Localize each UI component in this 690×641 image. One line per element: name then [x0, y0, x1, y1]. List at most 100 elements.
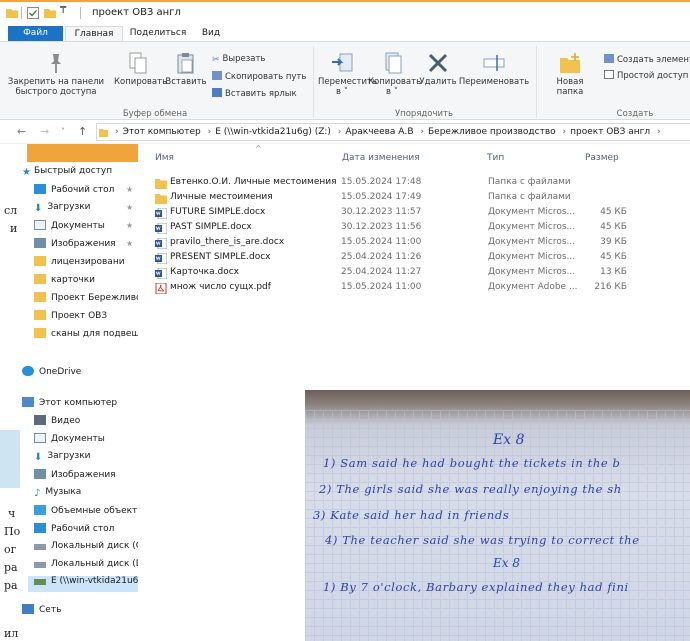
nav-item-downloads[interactable]: ⬇ Загрузки	[34, 451, 91, 467]
title-bar: ₸ проект ОВЗ англ	[0, 2, 690, 24]
network-icon	[22, 604, 34, 614]
background-text-fragment: ил	[4, 627, 19, 640]
cut-button[interactable]: ✂ Вырезать	[212, 54, 265, 65]
nav-item-folder[interactable]: сканы для подвеш	[34, 328, 138, 344]
forward-arrow-icon[interactable]: →	[40, 125, 49, 138]
star-icon: ★	[22, 167, 31, 178]
nav-item-videos[interactable]: Видео	[34, 415, 80, 431]
nav-item-3d-objects[interactable]: Объемные объекті	[34, 505, 138, 521]
file-name: PRESENT SIMPLE.docx	[170, 252, 271, 262]
nav-onedrive[interactable]: OneDrive	[22, 366, 81, 382]
file-name: Личные местоимения	[170, 192, 273, 202]
tab-view[interactable]: Вид	[196, 26, 226, 41]
tab-share[interactable]: Поделиться	[126, 26, 190, 41]
pin-icon	[51, 54, 61, 73]
copy-to-button[interactable]: Копировать в ˅	[368, 52, 421, 97]
delete-button[interactable]: Удалить	[418, 52, 458, 87]
file-row[interactable]: Личные местоимения 15.05.2024 17:49 Папк…	[138, 192, 690, 207]
nav-item-documents[interactable]: Документы ★	[34, 220, 133, 236]
back-arrow-icon[interactable]: ←	[17, 125, 26, 138]
nav-item-desktop[interactable]: Рабочий стол ★	[34, 184, 133, 200]
nav-item-folder[interactable]: лицензировани	[34, 256, 125, 272]
tab-home[interactable]: Главная	[65, 26, 123, 41]
column-header-date[interactable]: Дата изменения	[342, 153, 420, 163]
file-list-empty-area[interactable]	[138, 390, 305, 641]
file-row[interactable]: pravilo_there_is_are.docx 15.05.2024 11:…	[138, 237, 690, 252]
file-size: 39 КБ	[600, 237, 627, 247]
file-row[interactable]: PAST SIMPLE.docx 30.12.2023 11:56 Докуме…	[138, 222, 690, 237]
paste-shortcut-button[interactable]: Вставить ярлык	[212, 88, 297, 99]
file-row[interactable]: Евтенко.О.И. Личные местоимения 15.05.20…	[138, 177, 690, 192]
copy-path-button[interactable]: Скопировать путь	[212, 71, 306, 82]
nav-item-pictures[interactable]: Изображения	[34, 469, 116, 485]
tab-file[interactable]: Файл	[8, 26, 63, 41]
nav-item-local-disk-c[interactable]: Локальный диск (С	[34, 541, 138, 557]
word-document-icon	[155, 253, 167, 264]
network-drive-icon	[34, 579, 46, 585]
documents-icon	[34, 220, 46, 230]
handwritten-line: 4) The teacher said she was trying to co…	[325, 533, 640, 547]
breadcrumb-lean-folder[interactable]: Бережливое производство	[428, 127, 556, 137]
paste-button[interactable]: Вставить	[165, 52, 207, 87]
nav-item-downloads[interactable]: ⬇ Загрузки ★	[34, 202, 133, 218]
new-folder-label-2: папка	[556, 87, 584, 97]
file-row[interactable]: Карточка.docx 25.04.2024 11:27 Документ …	[138, 267, 690, 282]
new-folder-quick-icon[interactable]	[44, 7, 56, 19]
nav-this-pc[interactable]: Этот компьютер	[22, 397, 117, 413]
file-row[interactable]: множ число сущх.pdf 15.05.2024 11:00 Док…	[138, 282, 690, 297]
rename-label: Переименовать	[458, 77, 530, 87]
breadcrumb-current-folder[interactable]: проект ОВЗ англ	[570, 127, 650, 137]
background-text-fragment: и	[10, 222, 18, 235]
recent-locations-chevron-icon[interactable]: ˅	[61, 127, 65, 136]
nav-item-music[interactable]: ♪ Музыка	[34, 487, 81, 503]
nav-item-folder[interactable]: Проект Бережливс	[34, 292, 138, 308]
breadcrumb-drive[interactable]: E (\\win-vtkida21u6g) (Z:)	[215, 127, 331, 137]
nav-item-local-disk-d[interactable]: Локальный диск (D	[34, 559, 138, 575]
customize-quick-access-icon[interactable]: ₸	[60, 5, 66, 17]
address-bar[interactable]: › Этот компьютер › E (\\win-vtkida21u6g) (…	[96, 123, 690, 141]
file-type: Папка с файлами	[488, 177, 571, 187]
breadcrumb-separator: ›	[562, 127, 567, 137]
new-item-label: Создать элемент	[617, 55, 690, 65]
new-item-button[interactable]: Создать элемент	[604, 54, 690, 65]
properties-checkbox-icon[interactable]	[27, 7, 39, 19]
file-size: 216 КБ	[594, 282, 627, 292]
nav-quick-access[interactable]: ★ Быстрый доступ	[22, 166, 112, 182]
easy-access-button[interactable]: Простой доступ	[604, 70, 688, 81]
file-row[interactable]: PRESENT SIMPLE.docx 25.04.2024 11:26 Док…	[138, 252, 690, 267]
pin-label-1: Закрепить на панели	[7, 77, 105, 87]
nav-network[interactable]: Сеть	[22, 604, 61, 620]
breadcrumb-separator: ›	[656, 127, 661, 137]
file-name: Карточка.docx	[170, 267, 239, 277]
column-header-size[interactable]: Размер	[585, 153, 619, 163]
file-size: 45 КБ	[600, 252, 627, 262]
breadcrumb-user-folder[interactable]: Аракчеева А.В	[345, 127, 413, 137]
copy-button[interactable]: Копировать	[114, 52, 167, 87]
up-arrow-icon[interactable]: ↑	[78, 125, 87, 138]
nav-item-documents[interactable]: Документы	[34, 433, 105, 449]
download-arrow-icon: ⬇	[34, 452, 43, 463]
move-to-button[interactable]: Переместить в ˅	[318, 52, 377, 97]
paste-shortcut-icon	[212, 88, 222, 97]
drive-icon	[34, 544, 46, 550]
folder-icon	[34, 310, 46, 320]
folder-icon	[34, 328, 46, 338]
navigation-bar: ← → ˅ ↑ › Этот компьютер › E (\\win-vtkida…	[0, 120, 690, 144]
pin-quick-access-button[interactable]: Закрепить на панели быстрого доступа	[2, 52, 110, 97]
breadcrumb-this-pc[interactable]: Этот компьютер	[123, 127, 201, 137]
nav-item-folder[interactable]: карточки	[34, 274, 95, 290]
file-date: 25.04.2024 11:26	[341, 252, 422, 262]
file-row[interactable]: FUTURE SIMPLE.docx 30.12.2023 11:57 Доку…	[138, 207, 690, 222]
rename-button[interactable]: Переименовать	[458, 52, 530, 87]
background-text-fragment: ра	[4, 561, 18, 574]
column-header-type[interactable]: Тип	[487, 153, 504, 163]
nav-item-network-drive-selected[interactable]: E (\\win-vtkida21u6	[28, 576, 138, 592]
pin-icon: ★	[126, 185, 134, 194]
new-folder-button[interactable]: Новая папка	[550, 52, 590, 97]
nav-item-desktop[interactable]: Рабочий стол	[34, 523, 114, 539]
nav-item-pictures[interactable]: Изображения ★	[34, 238, 133, 254]
nav-label: Рабочий стол	[51, 185, 115, 195]
background-text-fragment: ч	[8, 507, 16, 520]
column-header-name[interactable]: Имя	[155, 153, 174, 163]
nav-item-folder[interactable]: Проект ОВЗ	[34, 310, 107, 326]
